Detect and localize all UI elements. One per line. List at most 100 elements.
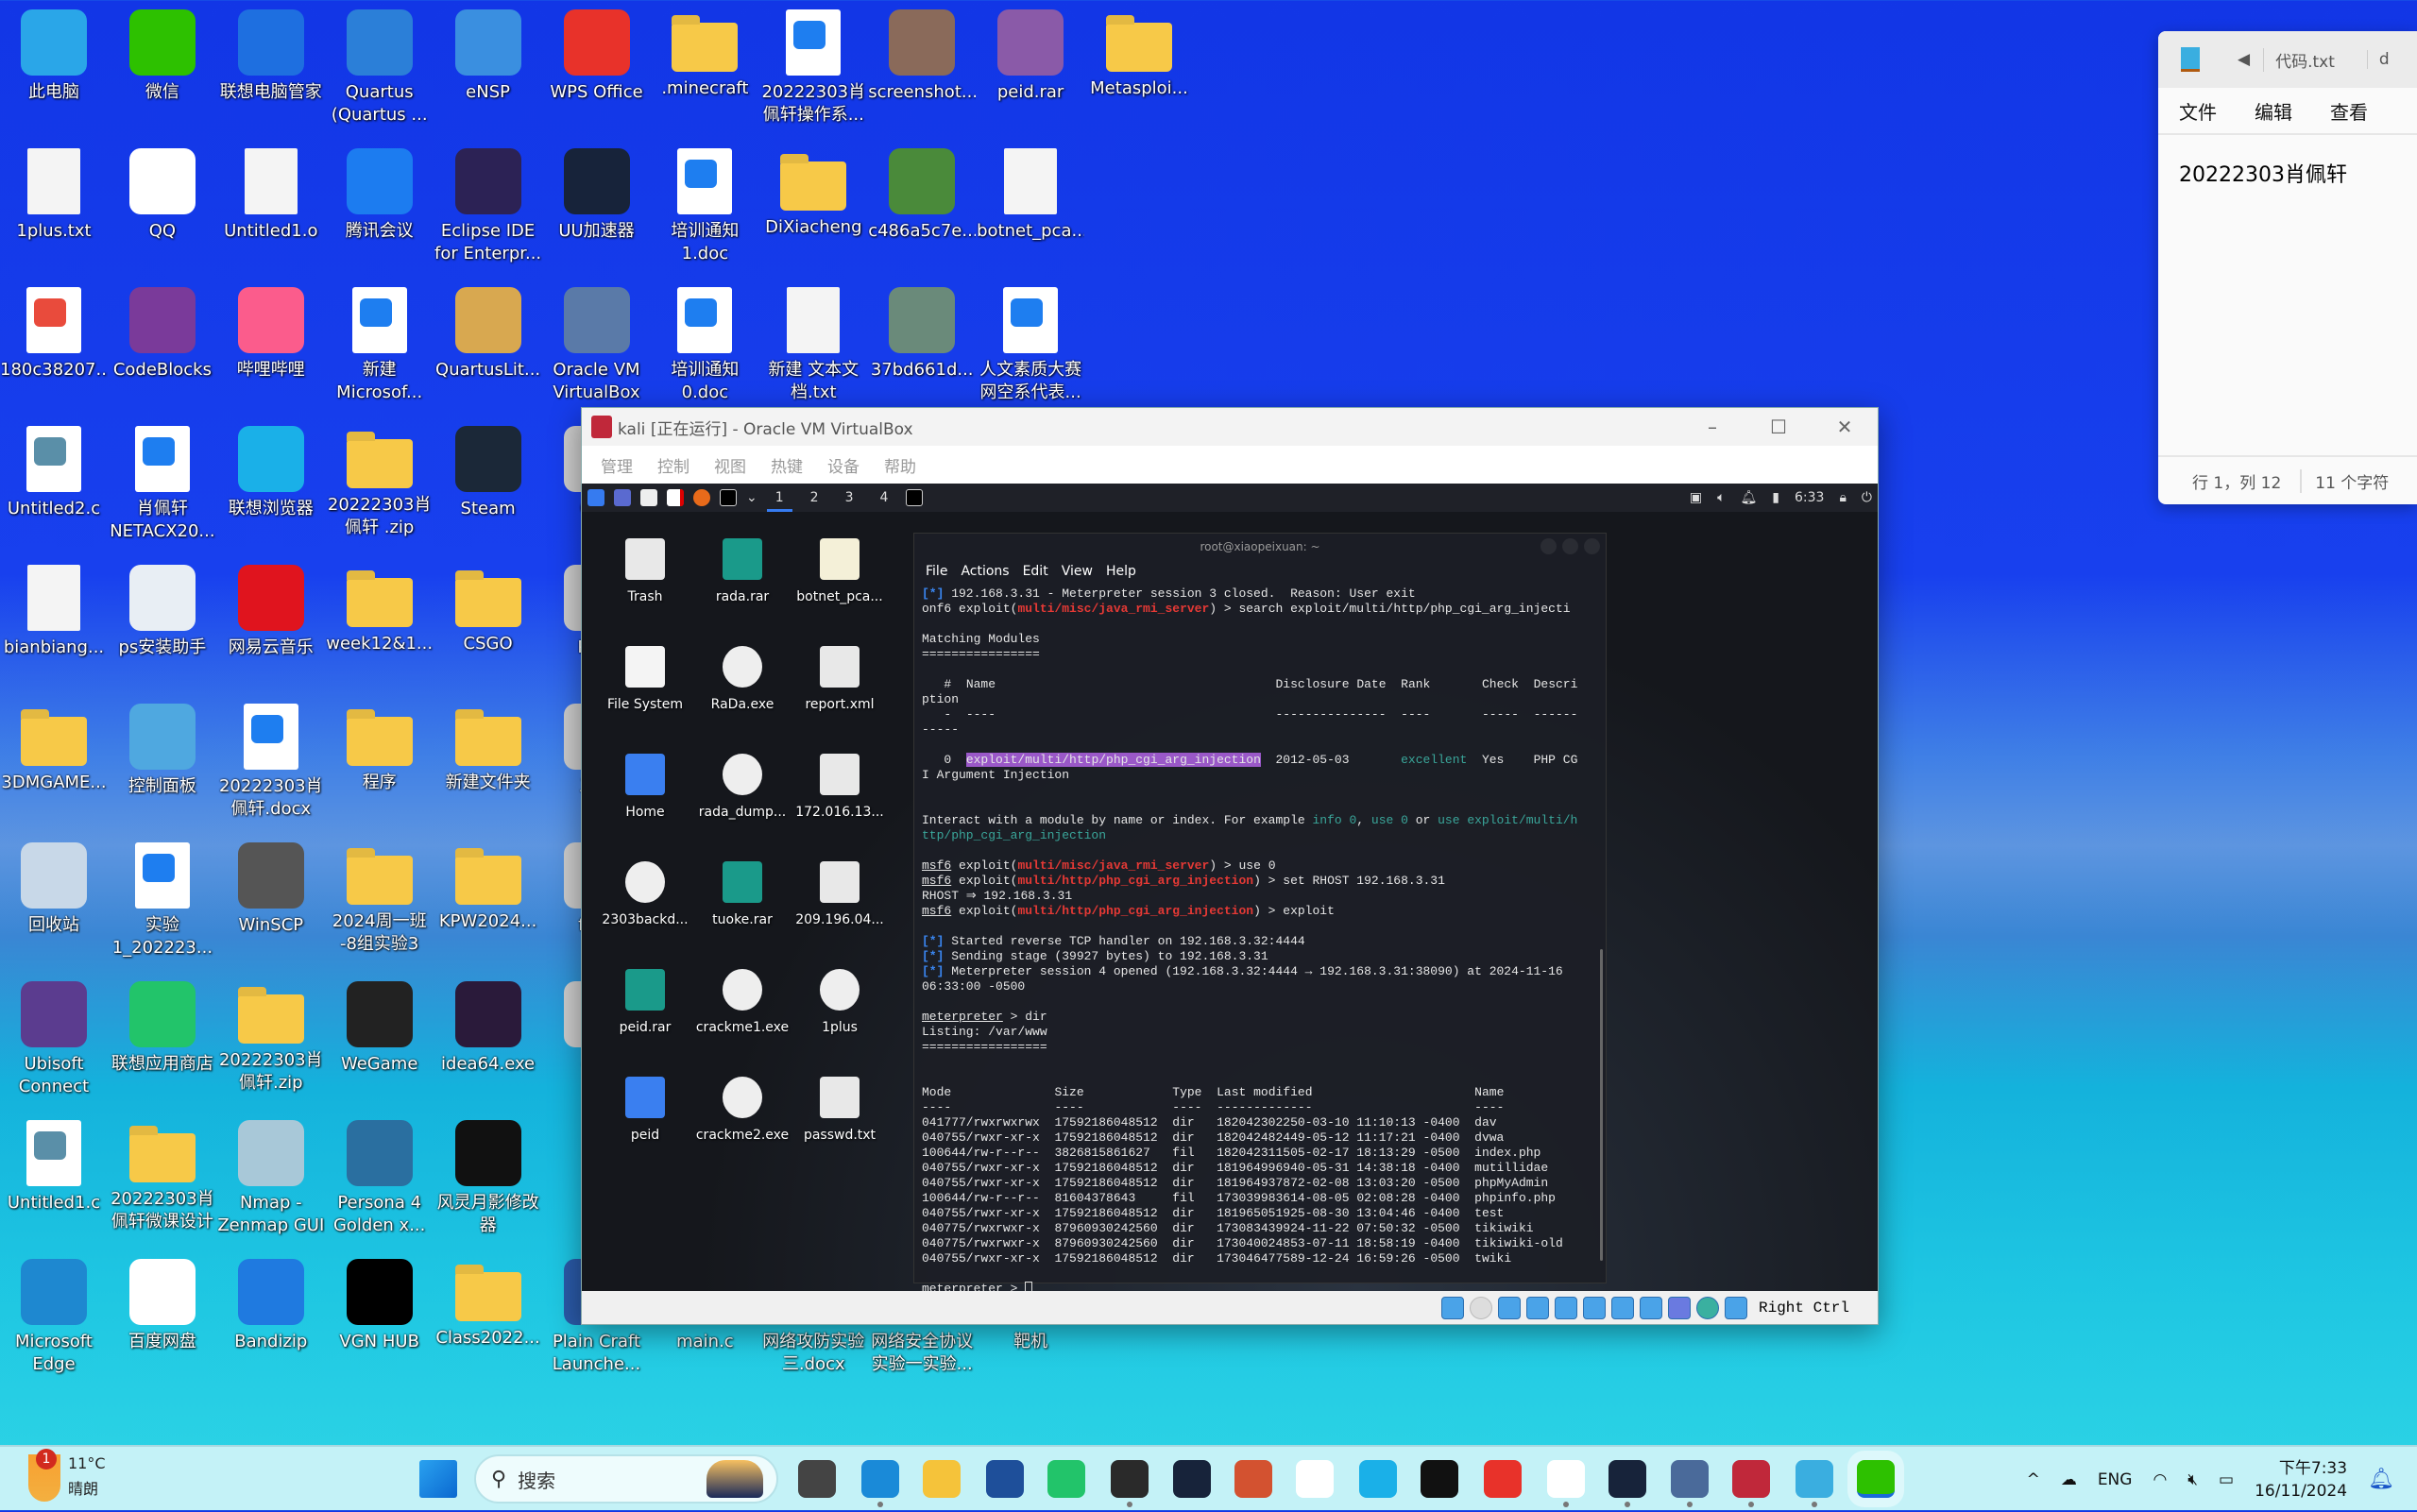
uu-icon[interactable] [1608, 1460, 1647, 1507]
desktop-icon[interactable]: KPW2024... [434, 835, 542, 973]
notepad-text-area[interactable]: 20222303肖佩轩 [2158, 135, 2417, 211]
kali-menu-icon[interactable] [587, 489, 604, 506]
desktop-icon[interactable]: 人文素质大赛 网空系代表... [977, 280, 1084, 417]
desktop-icon[interactable]: 联想电脑管家 [217, 2, 325, 140]
desktop-icon[interactable]: QuartusLit... [434, 280, 542, 417]
desktop-icon[interactable]: 实验 1_202223... [109, 835, 216, 973]
microsoft-store-icon[interactable] [986, 1460, 1025, 1498]
volume-icon[interactable]: 🔈︎ [1717, 490, 1725, 505]
file-manager-icon[interactable] [640, 489, 657, 506]
desktop-icon[interactable]: Bandizip [217, 1251, 325, 1389]
desktop-icon[interactable]: screenshot... [868, 2, 976, 140]
battery-icon[interactable]: ▮ [1772, 490, 1779, 505]
desktop-icon[interactable]: 哔哩哔哩 [217, 280, 325, 417]
desktop-icon[interactable]: WinSCP [217, 835, 325, 973]
wechat-icon[interactable] [1857, 1460, 1896, 1498]
kali-desktop-icon[interactable]: Home [596, 754, 694, 820]
desktop-icon[interactable]: ps安装助手 [109, 557, 216, 695]
n-app-icon[interactable] [1296, 1460, 1335, 1498]
desktop-icon[interactable]: Metasploi... [1085, 2, 1193, 140]
desktop-icon[interactable]: 网易云音乐 [217, 557, 325, 695]
menu-devices[interactable]: 设备 [827, 453, 860, 477]
desktop-icon[interactable]: 37bd661d... [868, 280, 976, 417]
desktop-icon[interactable]: Class2022... [434, 1251, 542, 1389]
desktop-icon[interactable]: bianbiang... [0, 557, 108, 695]
desktop-icon[interactable]: eNSP [434, 2, 542, 140]
video-capture-icon[interactable] [1639, 1296, 1662, 1319]
desktop-icon[interactable]: Persona 4 Golden x... [326, 1113, 434, 1250]
terminal-launcher-icon[interactable] [720, 489, 737, 506]
lenovo-browser-icon[interactable] [1359, 1460, 1397, 1498]
desktop-icon[interactable]: Nmap - Zenmap GUI [217, 1113, 325, 1250]
desktop-icon[interactable]: 回收站 [0, 835, 108, 973]
desktop-icon[interactable]: 培训通知 0.doc [651, 280, 758, 417]
maximize-button[interactable]: ☐ [1745, 416, 1812, 438]
text-editor-icon[interactable] [667, 489, 684, 506]
onedrive-icon[interactable]: ☁ [2061, 1470, 2077, 1489]
menu-view[interactable]: 查看 [2330, 97, 2368, 125]
desktop-icon[interactable]: botnet_pca... [977, 141, 1084, 279]
terminal-menu-edit[interactable]: Edit [1023, 560, 1048, 583]
desktop-icon[interactable]: UU加速器 [543, 141, 651, 279]
battery-icon[interactable]: ▭ [2219, 1470, 2234, 1489]
kali-desktop-icon[interactable]: 2303backd... [596, 861, 694, 927]
terminal-minimize-button[interactable] [1540, 538, 1557, 554]
desktop-icon[interactable]: 180c38207... [0, 280, 108, 417]
wps-icon[interactable] [1484, 1460, 1523, 1498]
kali-desktop-icon[interactable]: botnet_pca... [791, 538, 889, 604]
desktop-icon[interactable]: WeGame [326, 974, 434, 1112]
kali-desktop-icon[interactable]: rada.rar [693, 538, 791, 604]
desktop-icon[interactable]: Untitled2.c [0, 418, 108, 556]
desktop-icon[interactable]: 新建 文本文 档.txt [759, 280, 867, 417]
desktop-icon[interactable]: peid.rar [977, 2, 1084, 140]
tab-scroll-left-icon[interactable]: ◀ [2238, 50, 2250, 69]
desktop-icon[interactable]: 20222303肖 佩轩.zip [217, 974, 325, 1112]
desktop-icon[interactable]: Eclipse IDE for Enterpr... [434, 141, 542, 279]
workspace-4[interactable]: 4 [872, 484, 897, 512]
workspace-1[interactable]: 1 [766, 484, 792, 512]
lock-icon[interactable]: 🔒︎ [1839, 490, 1846, 505]
search-box[interactable]: ⚲ 搜索 [474, 1454, 778, 1504]
clock[interactable]: 下午7:33 16/11/2024 [2255, 1457, 2347, 1503]
usb-icon[interactable] [1554, 1296, 1577, 1319]
start-button[interactable] [419, 1460, 457, 1498]
game-launcher-icon[interactable] [1111, 1460, 1149, 1507]
powerpoint-icon[interactable] [1234, 1460, 1272, 1498]
minimize-button[interactable]: – [1679, 416, 1745, 438]
task-view-icon[interactable] [797, 1460, 836, 1498]
menu-file[interactable]: 文件 [2179, 97, 2217, 125]
desktop-icon[interactable]: 风灵月影修改 器 [434, 1113, 542, 1250]
desktop-icon[interactable]: 百度网盘 [109, 1251, 216, 1389]
shared-folder-icon[interactable] [1582, 1296, 1606, 1319]
terminal-scrollbar[interactable] [1600, 949, 1603, 1261]
kali-desktop-icon[interactable]: crackme1.exe [693, 969, 791, 1035]
kali-desktop-icon[interactable]: report.xml [791, 646, 889, 712]
weather-widget[interactable]: 1 11°C 晴朗 [28, 1449, 106, 1502]
desktop-icon[interactable]: VGN HUB [326, 1251, 434, 1389]
menu-control[interactable]: 控制 [657, 453, 689, 477]
desktop-icon[interactable]: 肖佩轩 NETACX20... [109, 418, 216, 556]
optical-drive-icon[interactable] [1469, 1296, 1492, 1319]
uu-accelerator-icon[interactable] [1172, 1460, 1211, 1498]
display-icon[interactable] [1610, 1296, 1634, 1319]
fengling-trainer-icon[interactable] [1421, 1460, 1459, 1498]
desktop-icon[interactable]: 程序 [326, 696, 434, 834]
desktop-icon[interactable]: CSGO [434, 557, 542, 695]
kali-desktop-icon[interactable]: crackme2.exe [693, 1077, 791, 1143]
terminal-menu-view[interactable]: View [1062, 560, 1093, 583]
kali-desktop-icon[interactable]: Trash [596, 538, 694, 604]
terminal-menu-file[interactable]: File [926, 560, 947, 583]
menu-view[interactable]: 视图 [714, 453, 746, 477]
workspace-2[interactable]: 2 [802, 484, 827, 512]
terminal-titlebar[interactable]: root@xiaopeixuan: ~ [914, 534, 1606, 560]
guest-additions-icon[interactable] [1695, 1296, 1719, 1319]
file-explorer-icon[interactable] [923, 1460, 962, 1498]
kali-desktop-icon[interactable]: 1plus [791, 969, 889, 1035]
menu-edit[interactable]: 编辑 [2255, 97, 2292, 125]
vm-screen[interactable]: ⌄ 1 2 3 4 ▣ 🔈︎ 🔔︎ ▮ 6:33 🔒︎ ⏻ Trash rada.… [582, 484, 1878, 1293]
wifi-icon[interactable]: ◠ [2153, 1470, 2167, 1489]
power-icon[interactable]: ⏻ [1862, 490, 1872, 505]
network-adapter-icon[interactable] [1525, 1296, 1549, 1319]
keyboard-capture-icon[interactable] [1724, 1296, 1747, 1319]
language-indicator[interactable]: ENG [2098, 1470, 2133, 1489]
